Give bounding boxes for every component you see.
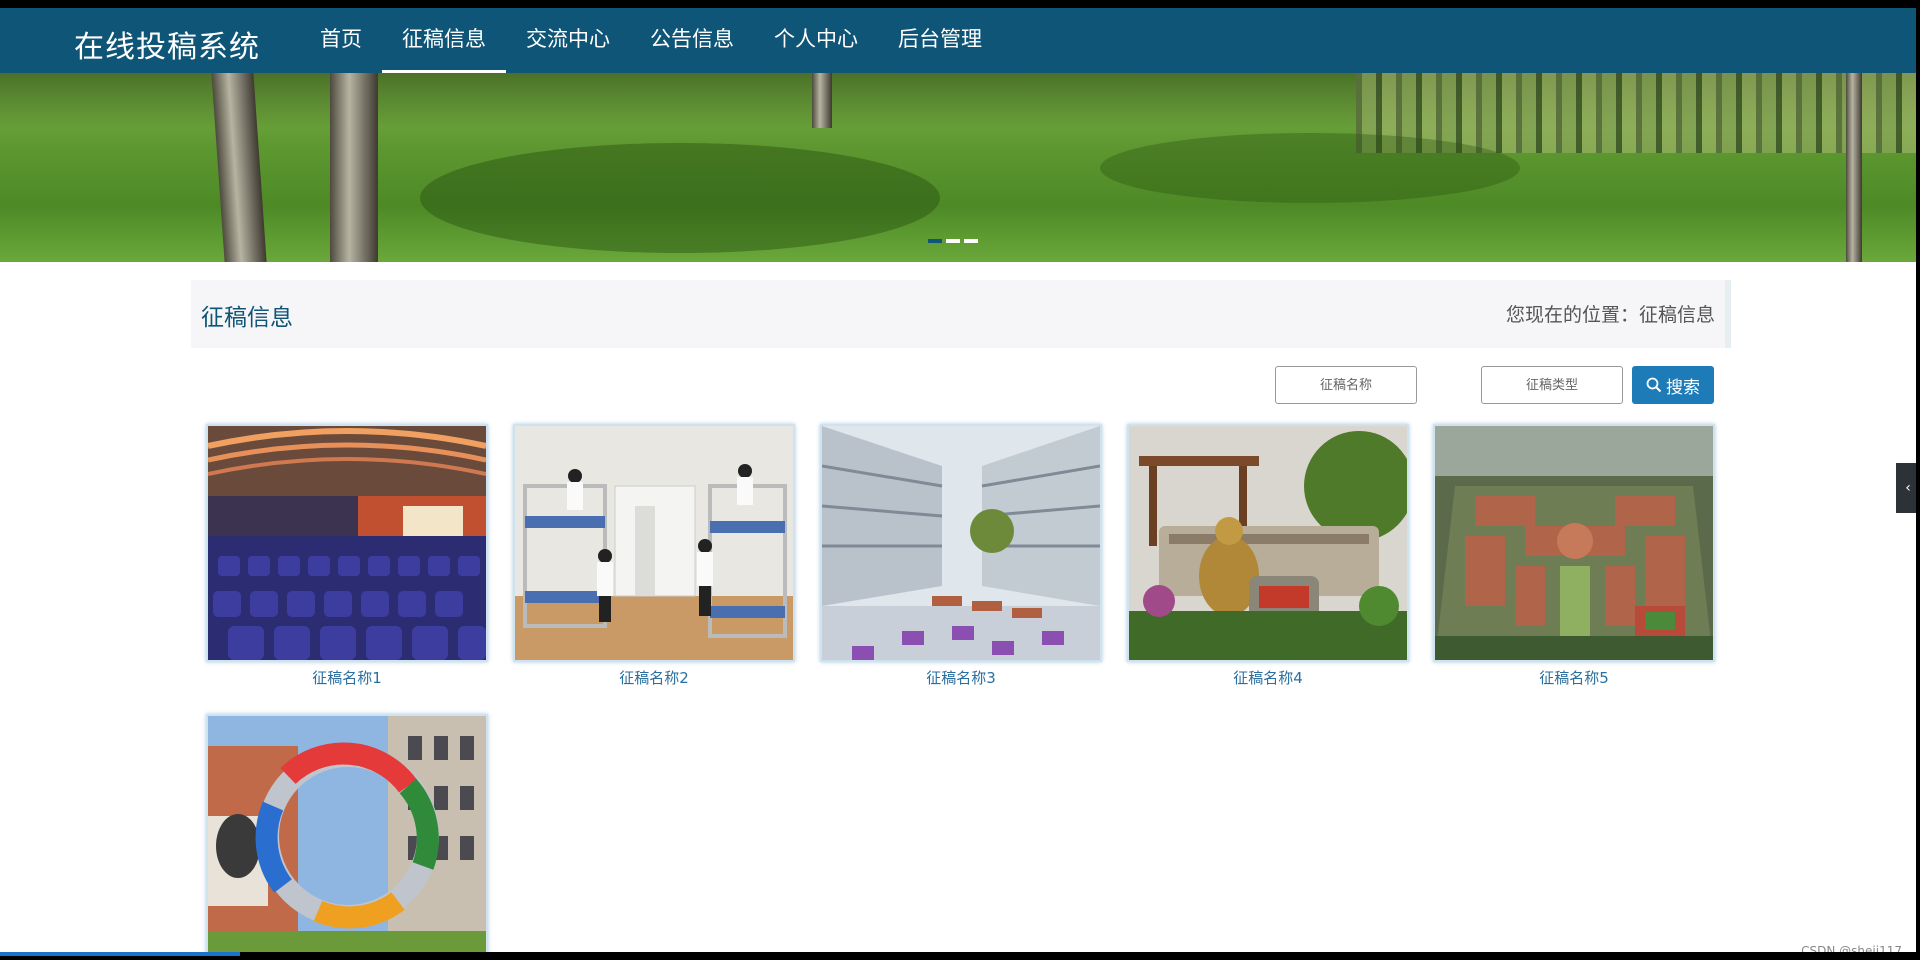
card-image-school-courtyard[interactable] (820, 424, 1102, 662)
progress-bar (0, 952, 240, 956)
watermark: CSDN @sheji117 (1801, 944, 1902, 952)
carousel-dot[interactable] (964, 239, 978, 243)
card-item[interactable]: 征稿名称4 (1127, 424, 1409, 688)
nav-item-profile[interactable]: 个人中心 (754, 8, 878, 73)
card-item[interactable] (206, 714, 488, 952)
card-image-auditorium[interactable] (206, 424, 488, 662)
card-image-sculpture-garden[interactable] (1127, 424, 1409, 662)
page: 在线投稿系统 首页 征稿信息 交流中心 公告信息 个人中心 后台管理 征稿信息 … (0, 8, 1916, 952)
nav-item-announcements[interactable]: 公告信息 (630, 8, 754, 73)
card-label[interactable]: 征稿名称4 (1127, 667, 1409, 688)
card-item[interactable]: 征稿名称3 (820, 424, 1102, 688)
section-header: 征稿信息 您现在的位置：征稿信息 (191, 280, 1731, 348)
card-image-ring-sculpture[interactable] (206, 714, 488, 952)
card-item[interactable]: 征稿名称2 (513, 424, 795, 688)
card-label[interactable]: 征稿名称5 (1433, 667, 1715, 688)
breadcrumb-current[interactable]: 征稿信息 (1639, 304, 1715, 326)
main-nav: 首页 征稿信息 交流中心 公告信息 个人中心 后台管理 (300, 8, 1002, 73)
breadcrumb: 您现在的位置：征稿信息 (1506, 300, 1715, 327)
site-brand[interactable]: 在线投稿系统 (74, 22, 260, 66)
breadcrumb-prefix: 您现在的位置： (1505, 304, 1639, 326)
card-item[interactable]: 征稿名称5 (1433, 424, 1715, 688)
banner-tree-trunk (330, 73, 378, 262)
section-title: 征稿信息 (201, 305, 293, 331)
card-label[interactable]: 征稿名称2 (513, 667, 795, 688)
card-image-campus-aerial[interactable] (1433, 424, 1715, 662)
nav-item-admin[interactable]: 后台管理 (878, 8, 1002, 73)
search-button-label: 搜索 (1666, 377, 1700, 398)
banner-tree-trunk (1846, 73, 1862, 262)
carousel-dot[interactable] (946, 239, 960, 243)
carousel-indicators (928, 239, 978, 243)
side-panel-toggle[interactable]: ‹ (1896, 463, 1916, 513)
search-button[interactable]: 搜索 (1632, 366, 1714, 404)
search-icon (1646, 377, 1662, 393)
top-navbar: 在线投稿系统 首页 征稿信息 交流中心 公告信息 个人中心 后台管理 (0, 8, 1916, 73)
banner-tree-trunk (812, 73, 832, 128)
card-label[interactable]: 征稿名称1 (206, 667, 488, 688)
nav-item-submissions[interactable]: 征稿信息 (382, 8, 506, 73)
nav-item-forum[interactable]: 交流中心 (506, 8, 630, 73)
search-name-input[interactable] (1275, 366, 1417, 404)
card-image-dormitory[interactable] (513, 424, 795, 662)
carousel-dot[interactable] (928, 239, 942, 243)
chevron-left-icon: ‹ (1905, 480, 1911, 496)
search-type-input[interactable] (1481, 366, 1623, 404)
card-label[interactable]: 征稿名称3 (820, 667, 1102, 688)
banner-carousel[interactable] (0, 73, 1916, 262)
nav-item-home[interactable]: 首页 (300, 8, 382, 73)
card-item[interactable]: 征稿名称1 (206, 424, 488, 688)
